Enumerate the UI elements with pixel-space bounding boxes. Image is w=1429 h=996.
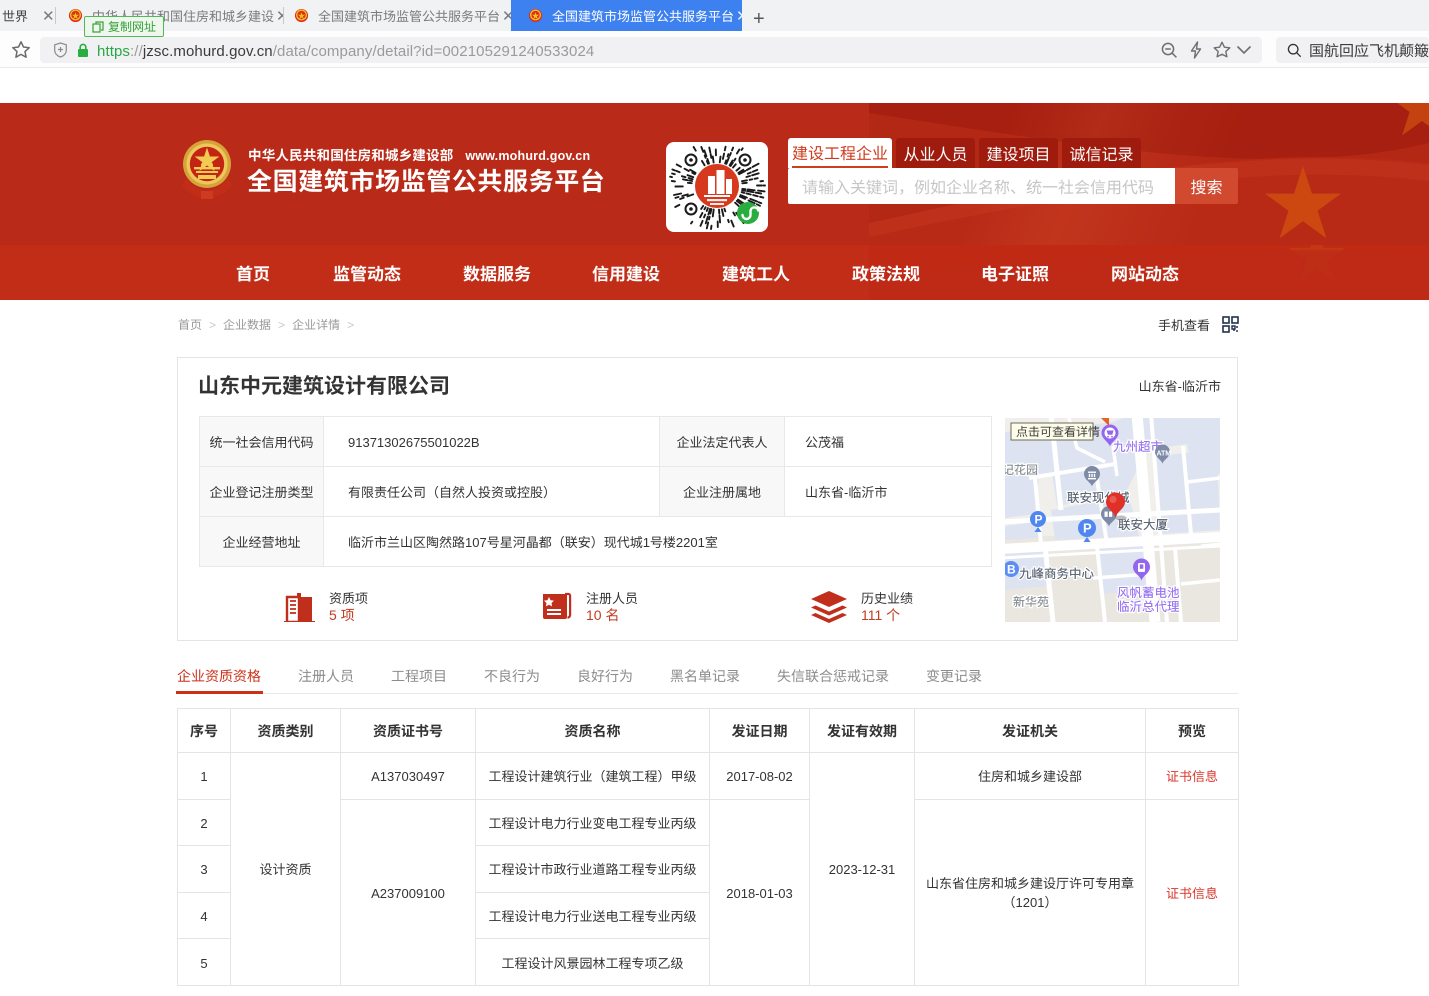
svg-text:P: P (1083, 521, 1092, 536)
svg-text:B: B (1007, 563, 1016, 577)
svg-text:记花园: 记花园 (1005, 461, 1038, 478)
svg-text:ATM: ATM (1157, 451, 1172, 458)
svg-text:点击可查看详情: 点击可查看详情 (1016, 423, 1100, 440)
svg-text:临沂总代理: 临沂总代理 (1117, 596, 1180, 615)
svg-text:九峰商务中心: 九峰商务中心 (1019, 563, 1095, 582)
svg-text:新华苑: 新华苑 (1013, 593, 1049, 610)
svg-text:P: P (1035, 513, 1043, 527)
